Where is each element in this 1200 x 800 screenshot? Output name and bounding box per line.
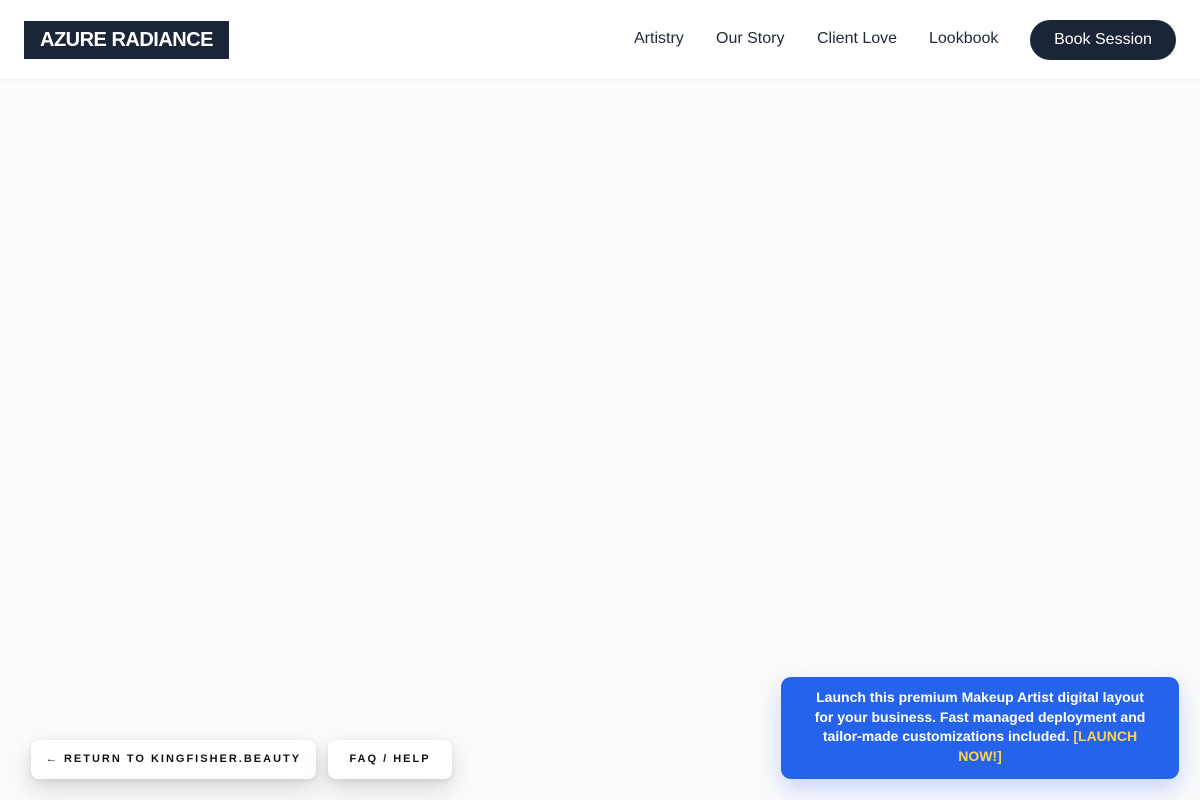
nav-link-lookbook[interactable]: Lookbook [929, 30, 998, 48]
promo-banner: Launch this premium Makeup Artist digita… [781, 677, 1179, 779]
brand-logo[interactable]: AZURE RADIANCE [24, 21, 229, 59]
site-header: AZURE RADIANCE Artistry Our Story Client… [0, 0, 1200, 79]
nav-link-client-love[interactable]: Client Love [817, 30, 897, 48]
nav-link-our-story[interactable]: Our Story [716, 30, 784, 48]
faq-help-button[interactable]: FAQ / HELP [328, 740, 452, 779]
nav-link-artistry[interactable]: Artistry [634, 30, 684, 48]
book-session-button[interactable]: Book Session [1030, 20, 1176, 60]
return-to-site-button[interactable]: ← RETURN TO KINGFISHER.BEAUTY [31, 740, 316, 779]
